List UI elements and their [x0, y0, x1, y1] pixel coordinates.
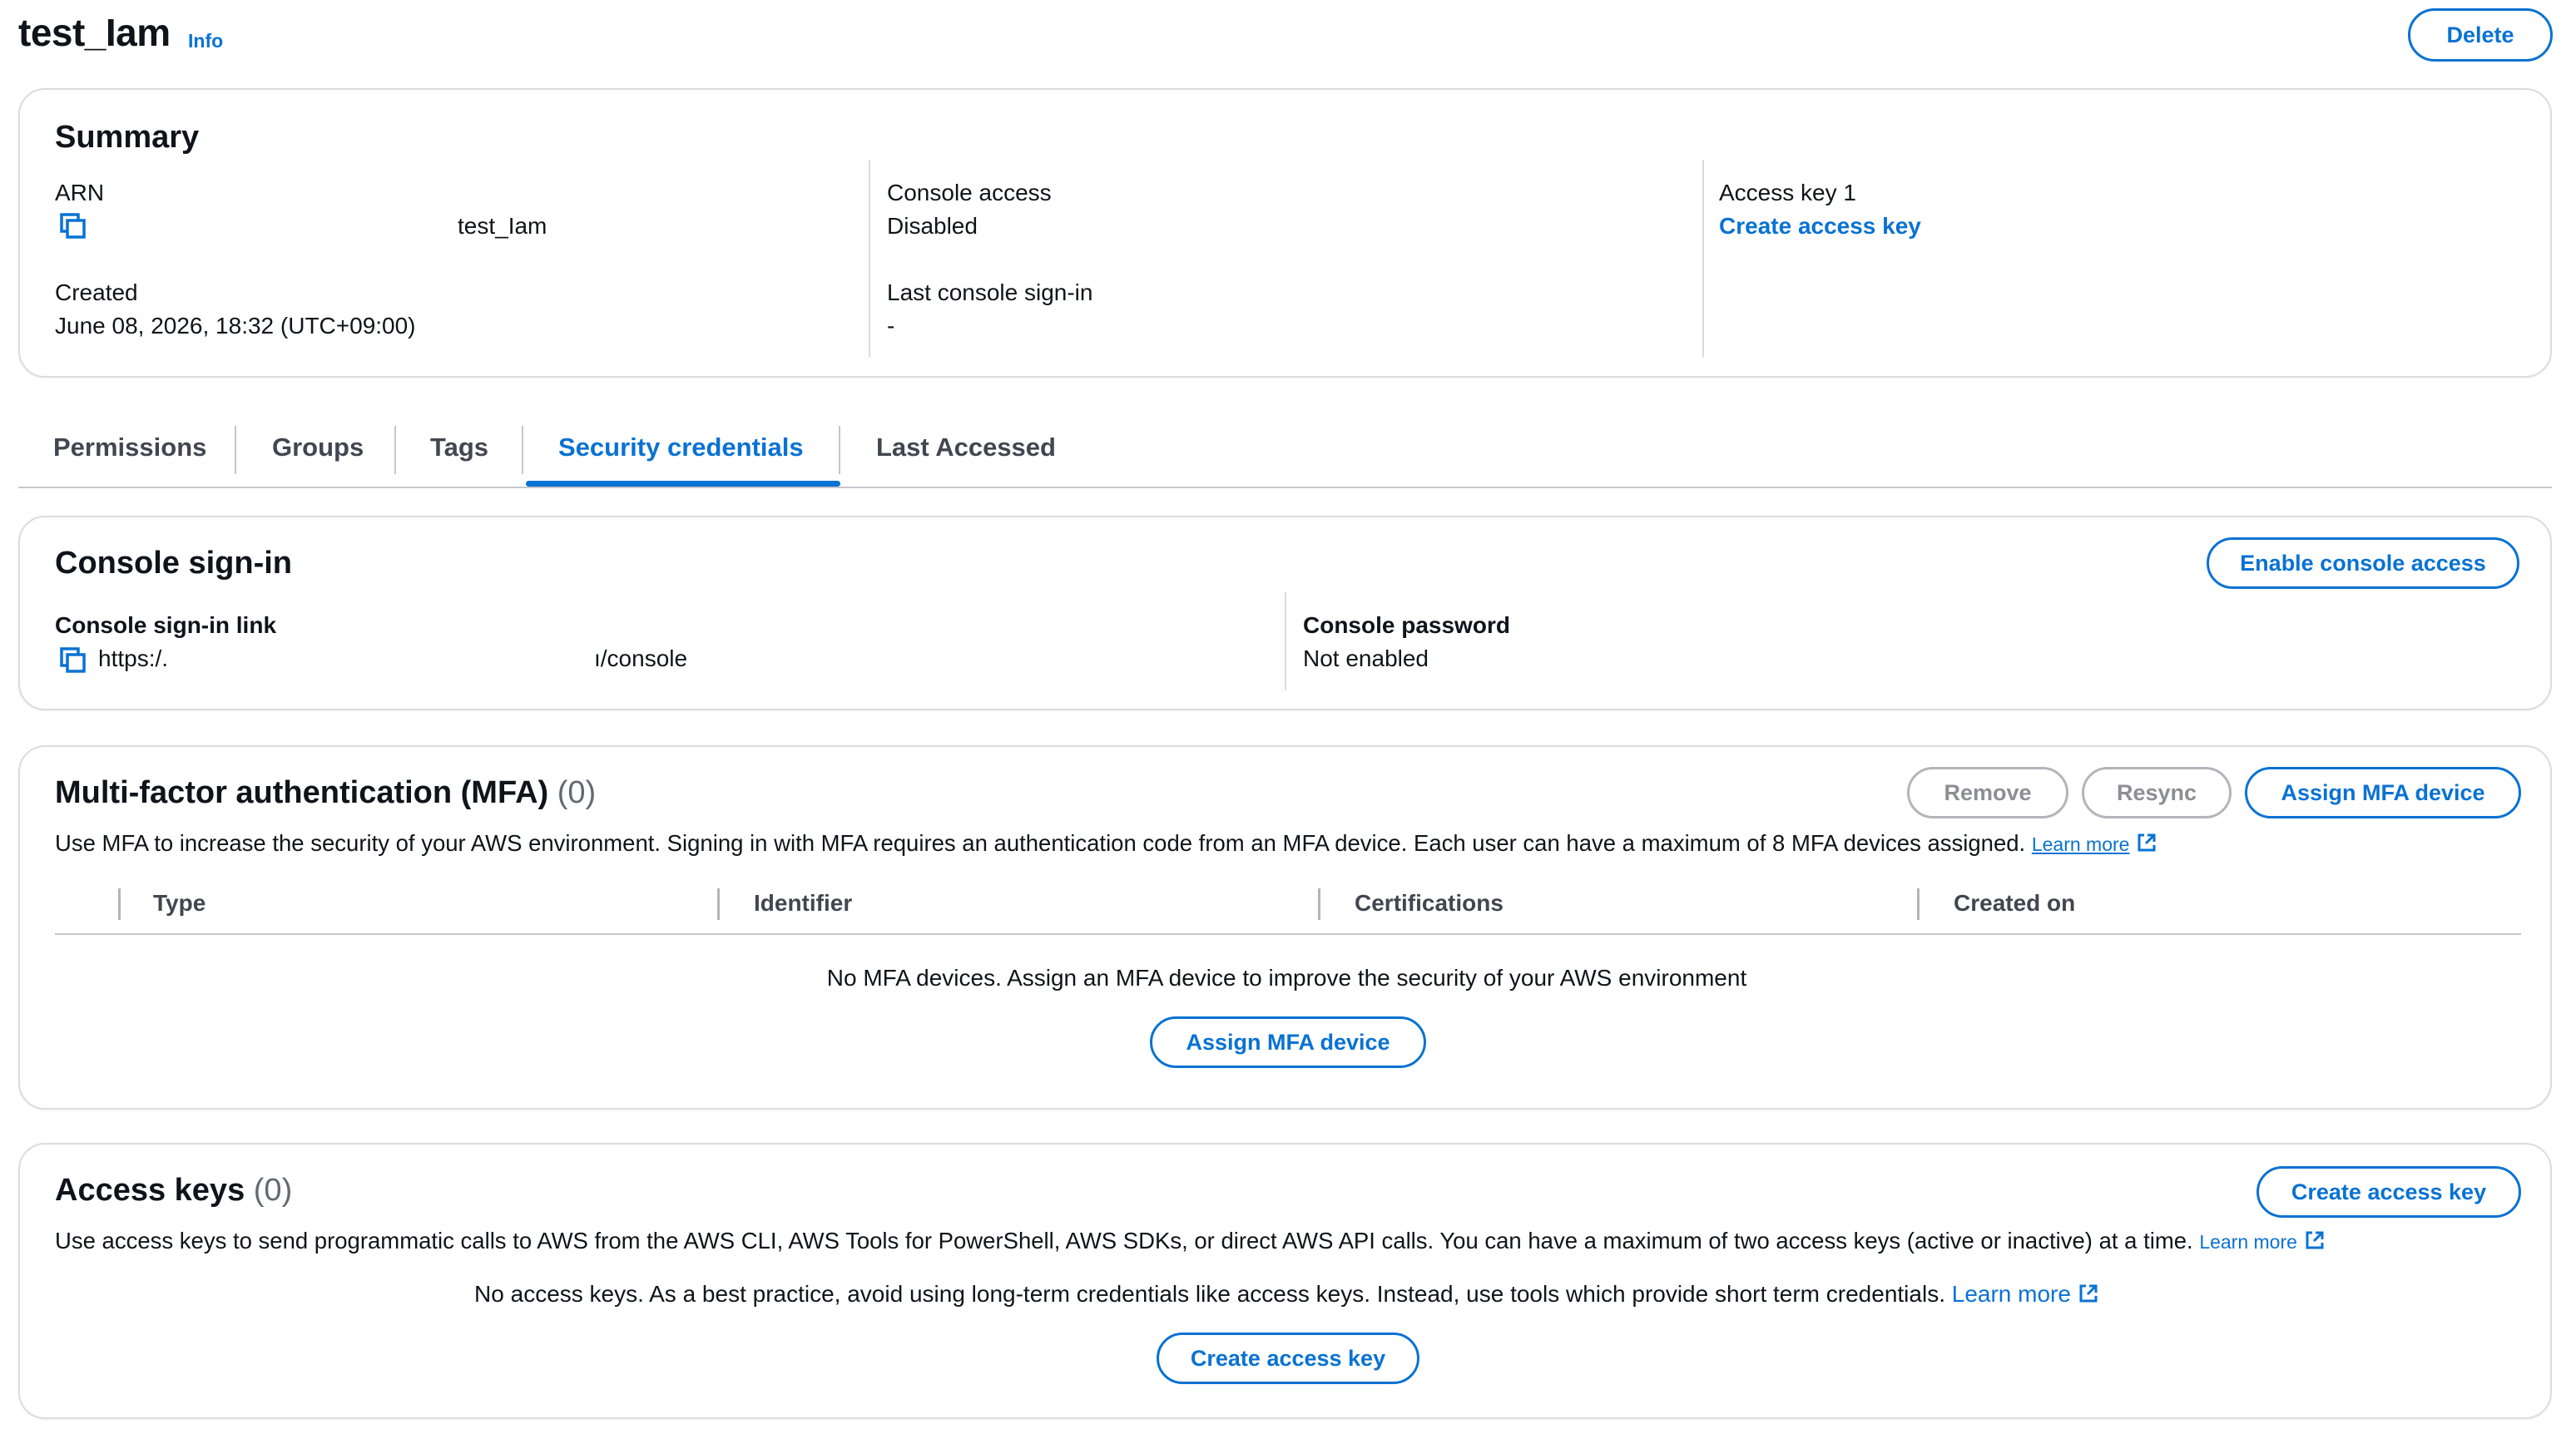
- tab-separator: [235, 426, 236, 474]
- enable-console-access-button[interactable]: Enable console access: [2207, 537, 2519, 589]
- tabs-baseline: [18, 487, 2552, 488]
- column-separator: [1917, 888, 1920, 920]
- access-keys-title: Access keys (0): [55, 1173, 292, 1209]
- summary-divider: [1702, 160, 1704, 358]
- column-header-certifications[interactable]: Certifications: [1355, 890, 1503, 917]
- console-access-label: Console access: [887, 180, 1052, 205]
- last-signin-value: -: [887, 313, 895, 339]
- resync-button[interactable]: Resync: [2082, 767, 2232, 818]
- access-keys-description-text: Use access keys to send programmatic cal…: [55, 1228, 2193, 1254]
- tab-separator: [522, 426, 523, 474]
- mfa-description: Use MFA to increase the security of your…: [55, 830, 2157, 857]
- create-access-key-button[interactable]: Create access key: [2256, 1166, 2521, 1218]
- table-header-divider: [55, 933, 2521, 935]
- mfa-title: Multi-factor authentication (MFA) (0): [55, 775, 596, 811]
- mfa-empty-message: No MFA devices. Assign an MFA device to …: [826, 965, 1747, 991]
- created-value: June 08, 2026, 18:32 (UTC+09:00): [55, 313, 416, 339]
- tab-separator: [839, 426, 840, 474]
- copy-icon[interactable]: [58, 211, 87, 240]
- access-keys-empty-learn-more-link[interactable]: Learn more: [1952, 1281, 2099, 1307]
- column-header-identifier[interactable]: Identifier: [754, 890, 852, 917]
- learn-more-label[interactable]: Learn more: [1952, 1281, 2071, 1307]
- info-link[interactable]: Info: [188, 30, 223, 52]
- console-access-value: Disabled: [887, 213, 978, 239]
- access-keys-title-text: Access keys: [55, 1173, 245, 1208]
- column-separator: [118, 888, 121, 920]
- tab-permissions[interactable]: Permissions: [53, 433, 206, 462]
- external-link-icon: [2079, 1284, 2098, 1303]
- mfa-count: (0): [557, 775, 597, 810]
- access-key-label: Access key 1: [1719, 180, 1856, 205]
- copy-icon[interactable]: [58, 645, 87, 674]
- delete-button[interactable]: Delete: [2408, 8, 2553, 62]
- console-password-label: Console password: [1303, 612, 1510, 638]
- access-keys-count: (0): [253, 1173, 293, 1208]
- access-keys-description: Use access keys to send programmatic cal…: [55, 1228, 2326, 1254]
- tab-separator: [394, 426, 396, 474]
- mfa-card: Multi-factor authentication (MFA) (0) Re…: [18, 745, 2552, 1110]
- column-header-created-on[interactable]: Created on: [1954, 890, 2075, 917]
- assign-mfa-device-button[interactable]: Assign MFA device: [2245, 767, 2521, 818]
- tab-security-credentials[interactable]: Security credentials: [558, 433, 804, 462]
- console-signin-link-suffix[interactable]: ı/console: [594, 645, 687, 672]
- console-signin-title: Console sign-in: [55, 546, 292, 581]
- remove-button[interactable]: Remove: [1907, 767, 2068, 818]
- access-keys-card: Access keys (0) Create access key Use ac…: [18, 1143, 2552, 1419]
- tab-last-accessed[interactable]: Last Accessed: [876, 433, 1056, 462]
- mfa-title-text: Multi-factor authentication (MFA): [55, 775, 549, 810]
- access-keys-learn-more-link[interactable]: Learn more: [2199, 1231, 2326, 1253]
- page-title: test_Iam: [18, 11, 171, 54]
- access-keys-empty-text: No access keys. As a best practice, avoi…: [474, 1281, 1945, 1307]
- column-separator: [1318, 888, 1320, 920]
- summary-divider: [869, 160, 870, 358]
- access-keys-empty-message: No access keys. As a best practice, avoi…: [20, 1281, 2554, 1308]
- console-password-value: Not enabled: [1303, 645, 1429, 671]
- last-signin-label: Last console sign-in: [887, 279, 1093, 305]
- external-link-icon: [2306, 1231, 2324, 1249]
- console-signin-link-prefix[interactable]: https:/.: [98, 645, 168, 672]
- console-divider: [1285, 592, 1286, 690]
- learn-more-label[interactable]: Learn more: [2032, 833, 2130, 855]
- summary-card: Summary ARN test_Iam Created June 08, 20…: [18, 88, 2552, 378]
- created-label: Created: [55, 279, 138, 305]
- empty-assign-mfa-device-button[interactable]: Assign MFA device: [1150, 1016, 1426, 1068]
- learn-more-label[interactable]: Learn more: [2199, 1231, 2297, 1253]
- column-header-type[interactable]: Type: [153, 890, 206, 917]
- arn-label: ARN: [55, 180, 105, 205]
- tab-groups[interactable]: Groups: [272, 433, 364, 462]
- column-separator: [717, 888, 720, 920]
- mfa-learn-more-link[interactable]: Learn more: [2032, 833, 2158, 855]
- external-link-icon: [2138, 833, 2156, 852]
- create-access-key-link[interactable]: Create access key: [1719, 213, 1921, 240]
- arn-value: test_Iam: [458, 213, 547, 239]
- tab-tags[interactable]: Tags: [430, 433, 488, 462]
- active-tab-indicator: [526, 481, 840, 487]
- summary-title: Summary: [55, 120, 200, 155]
- console-signin-card: Console sign-in Enable console access Co…: [18, 516, 2552, 710]
- empty-create-access-key-button[interactable]: Create access key: [1157, 1333, 1419, 1384]
- mfa-description-text: Use MFA to increase the security of your…: [55, 830, 2026, 856]
- console-signin-link-label: Console sign-in link: [55, 612, 277, 638]
